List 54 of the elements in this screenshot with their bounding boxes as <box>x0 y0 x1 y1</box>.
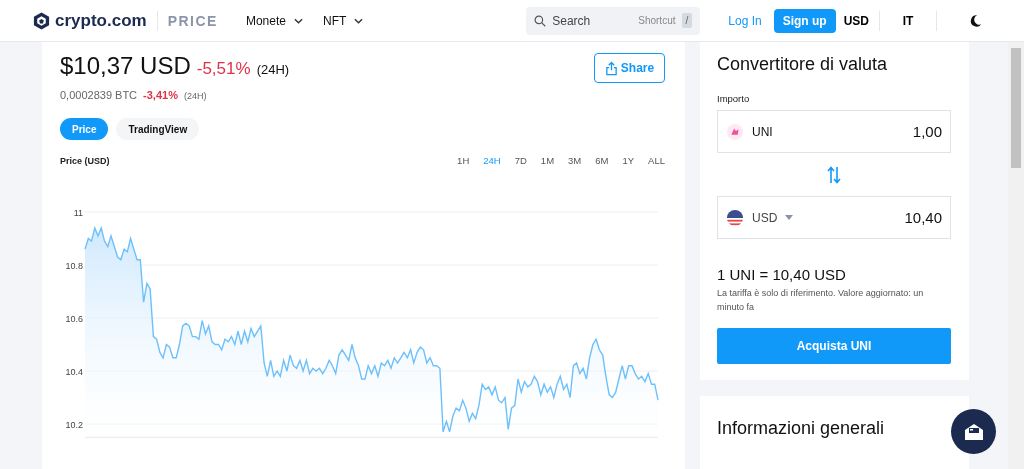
period-label: (24H) <box>256 62 290 77</box>
info-title: Informazioni generali <box>717 417 886 439</box>
axis-tick-label: 11 <box>73 208 83 218</box>
range-tab[interactable]: 1H <box>455 155 472 166</box>
axis-tick-label: 10.8 <box>65 261 83 271</box>
period-label: (24H) <box>183 91 207 101</box>
amount-field[interactable]: UNI 1,00 <box>717 110 951 153</box>
rate-note: La tariffa è solo di riferimento. Valore aggiornato: un minuto fa <box>717 287 925 314</box>
scrollbar[interactable] <box>1008 42 1024 469</box>
shortcut-label: Shortcut <box>638 15 676 26</box>
search-field[interactable]: Search Shortcut / <box>526 6 701 35</box>
amount-value: 10,40 <box>904 209 942 226</box>
language-selector[interactable]: IT <box>890 13 926 28</box>
moon-icon[interactable] <box>969 13 982 28</box>
axis-tick-label: 10.2 <box>65 420 83 430</box>
btc-change: -3,41% <box>143 89 178 101</box>
price-value: $10,37 USD <box>60 52 191 80</box>
amount-label: Importo <box>717 93 751 104</box>
shortcut-key: / <box>681 13 693 28</box>
converter-title: Convertitore di valuta <box>717 54 889 75</box>
share-icon <box>604 60 618 76</box>
coin-icon <box>726 122 744 141</box>
axis-tick-label: 10.4 <box>65 367 83 377</box>
nav-menu[interactable]: Monete <box>245 13 303 28</box>
chart-label: Price (USD) <box>60 155 110 166</box>
logo-icon <box>32 10 51 31</box>
search-input[interactable]: Search <box>552 13 633 28</box>
scrollbar-thumb[interactable] <box>1011 48 1021 168</box>
btc-value: 0,0002839 BTC <box>60 89 138 101</box>
search-icon <box>534 13 547 28</box>
chevron-icon <box>293 17 303 24</box>
inbox-icon <box>963 422 984 441</box>
currency-label: USD <box>752 210 778 225</box>
nav-menu[interactable]: NFT <box>322 13 364 28</box>
range-tab[interactable]: 1M <box>538 155 557 166</box>
price-change: -5,51% <box>196 59 251 79</box>
range-tab[interactable]: 7D <box>512 155 529 166</box>
section-label: PRICE <box>167 12 218 29</box>
chevron-icon <box>354 17 364 24</box>
brand-name[interactable]: crypto.com <box>55 10 158 31</box>
range-tab[interactable]: 3M <box>566 155 584 166</box>
exchange-rate: 1 UNI = 10,40 USD <box>717 266 847 283</box>
flag-icon <box>726 208 744 227</box>
currency-selector[interactable]: USD <box>843 13 869 28</box>
swap-icon[interactable] <box>826 166 842 184</box>
range-tab[interactable]: 1Y <box>620 155 637 166</box>
range-tab[interactable]: 6M <box>593 155 611 166</box>
caret-icon[interactable] <box>785 215 794 220</box>
amount-value: 1,00 <box>912 123 942 140</box>
chart-tab[interactable]: TradingView <box>116 118 200 140</box>
currency-field[interactable]: USD 10,40 <box>717 196 951 239</box>
range-tab[interactable]: ALL <box>646 155 667 166</box>
currency-label: UNI <box>752 124 773 139</box>
axis-tick-label: 10.6 <box>65 314 83 324</box>
